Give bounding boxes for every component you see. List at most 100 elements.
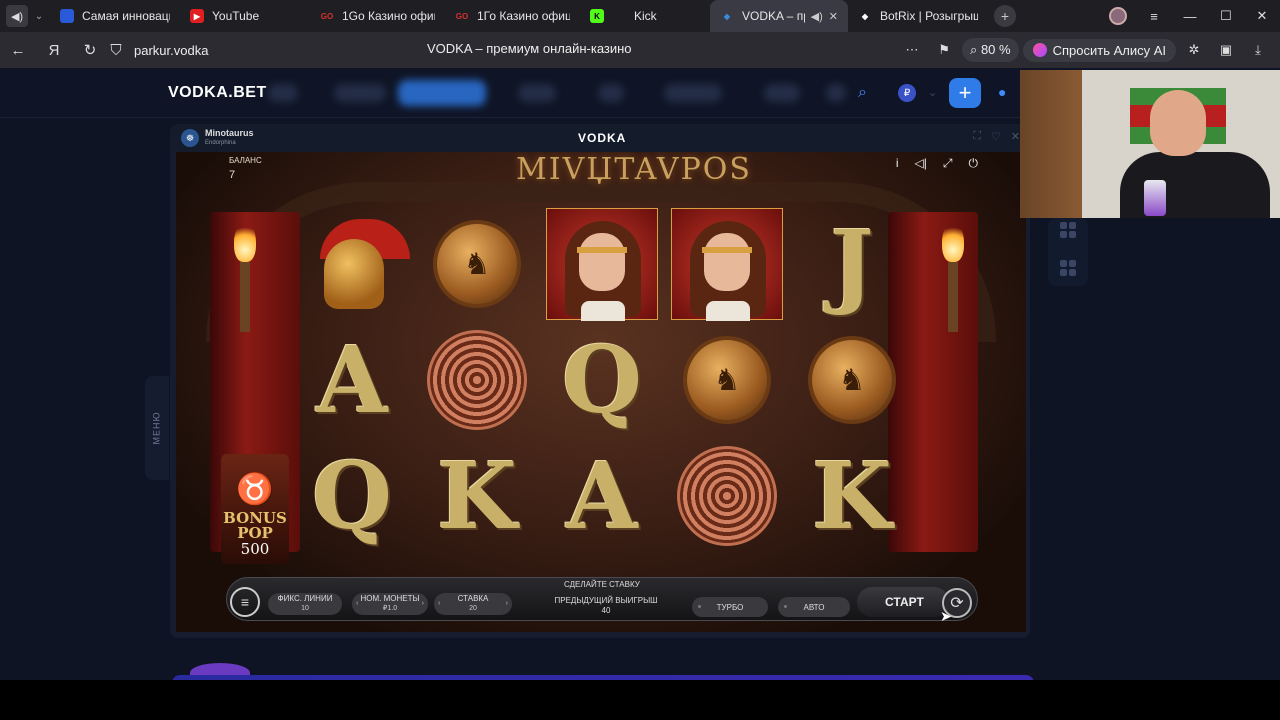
start-spin-button[interactable]: СТАРТ bbox=[857, 587, 949, 617]
browser-tab-active[interactable]: ◆ VODKA – прем ◀) ✕ bbox=[710, 0, 848, 32]
yandex-icon[interactable]: Я bbox=[36, 42, 72, 59]
minimize-icon[interactable]: — bbox=[1172, 9, 1208, 24]
browser-tab[interactable]: Самая инновацион bbox=[50, 0, 180, 32]
collections-icon[interactable]: ▣ bbox=[1212, 42, 1240, 58]
expand-icon[interactable]: ⤢ bbox=[943, 156, 953, 171]
browser-tab-bar: ◀) ⌄ Самая инновацион ▶ YouTube GO 1Go К… bbox=[0, 0, 1280, 32]
tab-title: YouTube bbox=[212, 9, 260, 23]
browser-tab[interactable]: GO 1Го Казино офици bbox=[445, 0, 580, 32]
fixed-lines-display: ФИКС. ЛИНИИ 10 bbox=[268, 593, 342, 615]
slot-reels: A Q ♞ K Q A ♞ J ♞ K bbox=[296, 208, 916, 554]
downloads-icon[interactable]: ⤓ bbox=[1244, 42, 1272, 58]
nav-item-active-blurred[interactable] bbox=[398, 80, 486, 106]
reel-symbol-labyrinth-icon bbox=[671, 440, 783, 552]
tab-list-chevron-icon[interactable]: ⌄ bbox=[28, 11, 50, 22]
game-badge-icon: ☸ bbox=[181, 129, 199, 147]
reel-symbol-letter: K bbox=[421, 440, 533, 552]
reload-icon[interactable]: ↻ bbox=[72, 41, 108, 59]
bell-icon[interactable]: ● bbox=[998, 84, 1006, 100]
browser-tab[interactable]: ◆ BotRix | Розыгрыш bbox=[848, 0, 988, 32]
left-flame bbox=[234, 222, 256, 262]
nav-item-blurred[interactable] bbox=[268, 84, 298, 102]
game-menu-button[interactable]: ≡ bbox=[230, 587, 260, 617]
bet-decrease-icon[interactable]: ‹ bbox=[438, 599, 440, 609]
lines-value: 10 bbox=[301, 605, 309, 612]
tab-audio-icon[interactable]: ◀) bbox=[811, 10, 823, 23]
url-field[interactable]: parkur.vodka bbox=[134, 43, 208, 58]
nav-item-blurred[interactable] bbox=[826, 84, 846, 102]
turbo-toggle[interactable]: ТУРБО bbox=[692, 597, 768, 617]
grid-icon[interactable] bbox=[1060, 260, 1076, 276]
coin-value-selector[interactable]: ‹ НОМ. МОНЕТЫ ₽1.0 › bbox=[352, 593, 428, 615]
deposit-plus-button[interactable]: + bbox=[949, 78, 981, 108]
bet-increase-icon[interactable]: › bbox=[506, 599, 508, 609]
bet-selector[interactable]: ‹ СТАВКА 20 › bbox=[434, 593, 512, 615]
casino-favicon-icon: GO bbox=[320, 11, 334, 21]
more-icon[interactable]: ⋯ bbox=[898, 42, 926, 58]
bet-prompt: СДЕЛАЙТЕ СТАВКУ bbox=[564, 580, 640, 589]
right-torch bbox=[948, 262, 958, 332]
browser-tab[interactable]: GO 1Go Казино офици bbox=[310, 0, 445, 32]
close-window-icon[interactable]: ✕ bbox=[1244, 8, 1280, 24]
game-name: Minotaurus bbox=[205, 128, 254, 138]
close-icon[interactable]: ✕ bbox=[1011, 130, 1020, 143]
zoom-level[interactable]: ⌕ 80 % bbox=[962, 38, 1019, 62]
bottom-black-bar bbox=[0, 680, 1280, 720]
turbo-indicator-icon bbox=[698, 605, 701, 608]
ariadne-icon bbox=[672, 209, 782, 321]
webcam-person-body bbox=[1120, 152, 1270, 218]
nav-item-blurred[interactable] bbox=[334, 84, 386, 102]
chevron-down-icon[interactable]: ⌄ bbox=[928, 86, 937, 99]
alice-button[interactable]: Спросить Алису AI bbox=[1022, 38, 1176, 62]
balance-label: БАЛАНС bbox=[229, 156, 262, 165]
nav-item-blurred[interactable] bbox=[764, 84, 800, 102]
new-tab-plus-icon[interactable]: + bbox=[994, 5, 1016, 27]
info-icon[interactable]: i bbox=[896, 156, 899, 171]
auto-toggle[interactable]: АВТО bbox=[778, 597, 850, 617]
fullscreen-icon[interactable]: ⛶ bbox=[973, 130, 981, 143]
nav-item-blurred[interactable] bbox=[664, 84, 722, 102]
extensions-icon[interactable]: ✲ bbox=[1180, 42, 1208, 58]
favorite-heart-icon[interactable]: ♡ bbox=[991, 130, 1001, 143]
back-icon[interactable]: ← bbox=[0, 42, 36, 59]
tab-title: BotRix | Розыгрыш bbox=[880, 9, 978, 23]
nav-item-blurred[interactable] bbox=[518, 84, 556, 102]
sidebar-menu-toggle[interactable]: МЕНЮ bbox=[145, 376, 169, 480]
reel-symbol-labyrinth-icon bbox=[421, 324, 533, 436]
sound-icon[interactable]: ◀) bbox=[6, 5, 28, 27]
zoom-value: 80 % bbox=[980, 42, 1011, 57]
bonus-pop-badge[interactable]: ♉ BONUS POP 500 bbox=[221, 454, 289, 564]
page-title: VODKA – премиум онлайн-казино bbox=[427, 41, 632, 56]
auto-indicator-icon bbox=[784, 605, 787, 608]
menu-icon[interactable]: ≡ bbox=[1136, 9, 1172, 24]
previous-win-label: ПРЕДЫДУЩИЙ ВЫИГРЫШ bbox=[554, 596, 658, 605]
game-info: Minotaurus Endorphina bbox=[205, 128, 254, 148]
tab-close-icon[interactable]: ✕ bbox=[829, 10, 838, 23]
labyrinth-icon bbox=[677, 446, 777, 546]
reel-symbol-shield-icon: ♞ bbox=[421, 208, 533, 320]
grid-icon[interactable] bbox=[1060, 222, 1076, 238]
address-bar-actions: ⋯ ⚑ ⌕ 80 % Спросить Алису AI ✲ ▣ ⤓ bbox=[898, 32, 1272, 68]
game-title-art: MIVЏTAVPOS bbox=[516, 152, 752, 187]
search-icon[interactable]: ⌕ bbox=[858, 84, 867, 102]
site-logo[interactable]: VODKA.BET bbox=[168, 84, 267, 102]
sound-toggle-icon[interactable]: ◁| bbox=[915, 156, 927, 171]
helmet-icon bbox=[310, 219, 410, 309]
bookmark-icon[interactable]: ⚑ bbox=[930, 42, 958, 58]
profile-avatar[interactable] bbox=[1100, 7, 1136, 25]
maximize-icon[interactable]: ☐ bbox=[1208, 8, 1244, 24]
game-window: ☸ Minotaurus Endorphina VODKA ⛶ ♡ ✕ MIVЏ… bbox=[170, 124, 1030, 638]
browser-tab[interactable]: K Kick bbox=[580, 0, 710, 32]
currency-icon[interactable]: ₽ bbox=[898, 84, 916, 102]
alice-label: Спросить Алису AI bbox=[1052, 42, 1166, 58]
coin-increase-icon[interactable]: › bbox=[422, 599, 424, 609]
site-security-icon[interactable]: ⛉ bbox=[108, 42, 124, 59]
coin-decrease-icon[interactable]: ‹ bbox=[356, 599, 358, 609]
bonus-value: 500 bbox=[240, 540, 270, 558]
reel-symbol-ariadne-icon bbox=[671, 208, 783, 321]
reel-symbol-letter: A bbox=[546, 440, 658, 552]
browser-tab[interactable]: ▶ YouTube bbox=[180, 0, 310, 32]
labyrinth-icon bbox=[427, 330, 527, 430]
nav-item-blurred[interactable] bbox=[598, 84, 624, 102]
power-icon[interactable]: ⏻ bbox=[969, 156, 979, 171]
